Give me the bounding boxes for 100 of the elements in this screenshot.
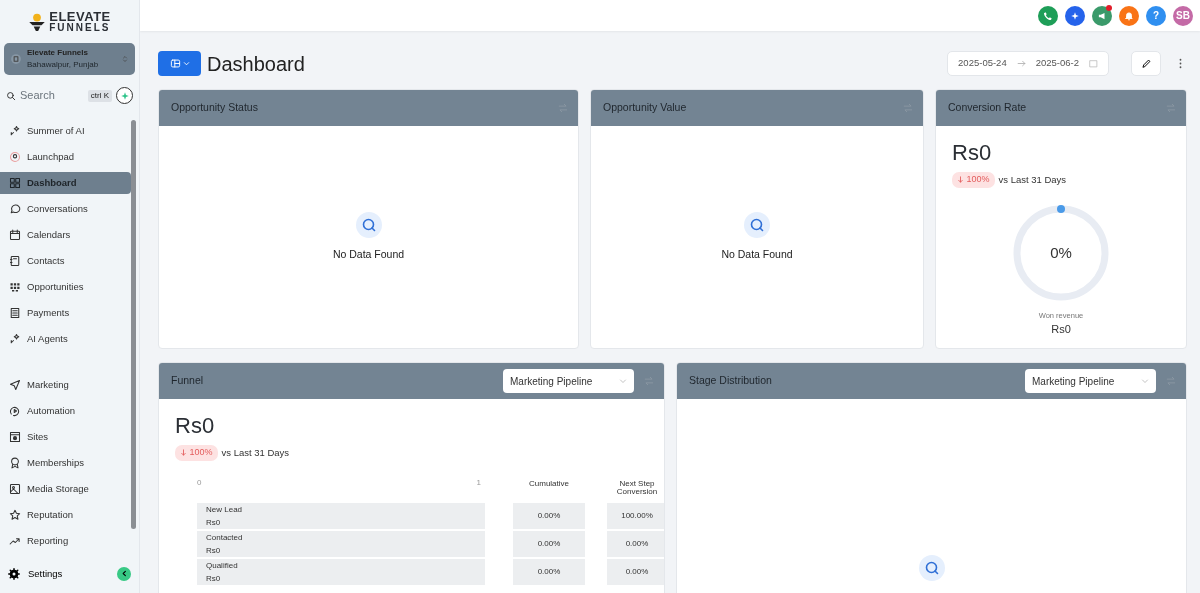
pipeline-select[interactable]: Marketing Pipeline bbox=[503, 369, 634, 393]
comparison-text: vs Last 31 Days bbox=[998, 172, 1067, 187]
ai-button[interactable] bbox=[1065, 5, 1085, 26]
chevron-down-icon bbox=[1141, 377, 1149, 385]
contact-book-icon bbox=[9, 255, 21, 267]
award-icon bbox=[9, 457, 21, 469]
nav-item[interactable]: Media Storage bbox=[0, 478, 131, 500]
nav-item[interactable]: Memberships bbox=[0, 452, 131, 474]
conversion-cell: 100.00% bbox=[607, 502, 664, 529]
arrow-down-icon bbox=[180, 449, 187, 457]
account-switcher[interactable]: Elevate Funnels Bahawalpur, Punjab bbox=[4, 43, 135, 75]
account-name: Elevate Funnels bbox=[27, 47, 89, 59]
receipt-icon bbox=[9, 307, 21, 319]
nav-item[interactable]: Summer of AI bbox=[0, 120, 131, 142]
layout-button[interactable] bbox=[158, 51, 201, 76]
notifications-button[interactable] bbox=[1119, 5, 1139, 26]
collapse-button[interactable] bbox=[117, 566, 131, 581]
widget-title: Conversion Rate bbox=[948, 100, 1027, 116]
sparkle-icon bbox=[9, 333, 21, 345]
nav-item[interactable]: Marketing bbox=[0, 374, 131, 396]
axis-label: 1 bbox=[476, 476, 481, 489]
stage-value: Rs0 bbox=[206, 517, 222, 527]
nav-item[interactable]: Reporting bbox=[0, 530, 131, 552]
grid-dots-icon bbox=[9, 281, 21, 293]
gauge-value: Rs0 bbox=[1051, 321, 1071, 337]
chevron-down-icon bbox=[619, 377, 627, 385]
conversion-cell: 0.00% bbox=[607, 530, 664, 557]
search-icon bbox=[354, 211, 383, 240]
bell-icon bbox=[1124, 10, 1134, 21]
announcements-button[interactable] bbox=[1092, 5, 1112, 26]
nav-item[interactable]: Launchpad bbox=[0, 146, 131, 168]
cumulative-cell: 0.00% bbox=[513, 502, 585, 529]
shortcut-hint: ctrl K bbox=[87, 89, 112, 102]
nav-item[interactable]: Opportunities bbox=[0, 276, 131, 298]
building-icon bbox=[10, 53, 22, 65]
calendar-icon bbox=[9, 229, 21, 241]
bulb-icon bbox=[9, 151, 21, 163]
sparkle-icon bbox=[9, 125, 21, 137]
column-header: Cumulative bbox=[528, 477, 570, 490]
column-header: Next Step Conversion bbox=[615, 477, 659, 498]
logo-icon bbox=[28, 11, 47, 32]
image-icon bbox=[9, 483, 21, 495]
empty-message: No Data Found bbox=[332, 247, 405, 263]
calendar-icon bbox=[1089, 59, 1098, 68]
stage-value: Rs0 bbox=[206, 573, 222, 583]
avatar[interactable]: SB bbox=[1173, 5, 1193, 26]
chevron-left-icon bbox=[120, 570, 128, 578]
grid-icon bbox=[9, 177, 21, 189]
stage-name: New Lead bbox=[206, 504, 244, 514]
nav-item[interactable]: Conversations bbox=[0, 198, 131, 220]
date-range-field[interactable]: 2025-05-24 2025-06-2 bbox=[947, 51, 1109, 76]
kebab-icon bbox=[1178, 58, 1182, 69]
widget-title: Stage Distribution bbox=[689, 373, 772, 389]
nav-item[interactable]: Calendars bbox=[0, 224, 131, 246]
megaphone-icon bbox=[1097, 10, 1107, 21]
paper-plane-icon bbox=[9, 379, 21, 391]
search-icon bbox=[6, 90, 16, 101]
logo-text: ELEVATE FUNNELS bbox=[49, 10, 111, 33]
amount: Rs0 bbox=[952, 142, 993, 164]
nav-item[interactable]: AI Agents bbox=[0, 328, 131, 350]
nav-item[interactable]: Contacts bbox=[0, 250, 131, 272]
cumulative-cell: 0.00% bbox=[513, 530, 585, 557]
nav-item[interactable]: Automation bbox=[0, 400, 131, 422]
widget-title: Opportunity Value bbox=[603, 100, 687, 116]
add-button[interactable] bbox=[116, 87, 133, 104]
play-circle-icon bbox=[9, 405, 21, 417]
gauge-indicator bbox=[1057, 204, 1065, 213]
chevron-updown-icon bbox=[121, 53, 129, 65]
change-badge: 100% bbox=[175, 445, 218, 461]
nav-item[interactable]: Reputation bbox=[0, 504, 131, 526]
settings-icon bbox=[8, 567, 20, 580]
phone-button[interactable] bbox=[1038, 5, 1058, 26]
settings-link[interactable]: Settings bbox=[8, 566, 63, 581]
arrow-down-icon bbox=[957, 176, 964, 184]
stage-value: Rs0 bbox=[206, 545, 222, 555]
comparison-text: vs Last 31 Days bbox=[221, 445, 290, 460]
cumulative-cell: 0.00% bbox=[513, 558, 585, 585]
widget-title: Opportunity Status bbox=[171, 100, 258, 116]
gauge-reading: 0% bbox=[1050, 242, 1072, 263]
chat-bubble-icon bbox=[9, 203, 21, 215]
empty-message: No Data Found bbox=[721, 247, 793, 263]
conversion-cell: 0.00% bbox=[607, 558, 664, 585]
search-field[interactable]: Search ctrl K bbox=[6, 87, 112, 104]
caret-icon bbox=[182, 60, 190, 67]
edit-button[interactable] bbox=[1131, 51, 1161, 76]
pipeline-select[interactable]: Marketing Pipeline bbox=[1025, 369, 1156, 393]
nav-item[interactable]: Dashboard bbox=[0, 172, 131, 194]
change-badge: 100% bbox=[952, 172, 995, 188]
axis-label: 0 bbox=[197, 476, 202, 489]
trend-up-icon bbox=[9, 535, 21, 547]
page-title: Dashboard bbox=[207, 51, 305, 76]
stage-name: Qualified bbox=[206, 560, 239, 570]
arrow-right-icon bbox=[1016, 59, 1026, 68]
amount: Rs0 bbox=[175, 415, 216, 437]
nav-item[interactable]: Payments bbox=[0, 302, 131, 324]
widget-title: Funnel bbox=[171, 373, 204, 389]
nav-item[interactable]: Sites bbox=[0, 426, 131, 448]
pencil-icon bbox=[1140, 58, 1152, 69]
browser-icon bbox=[9, 431, 21, 443]
phone-icon bbox=[1043, 10, 1053, 21]
